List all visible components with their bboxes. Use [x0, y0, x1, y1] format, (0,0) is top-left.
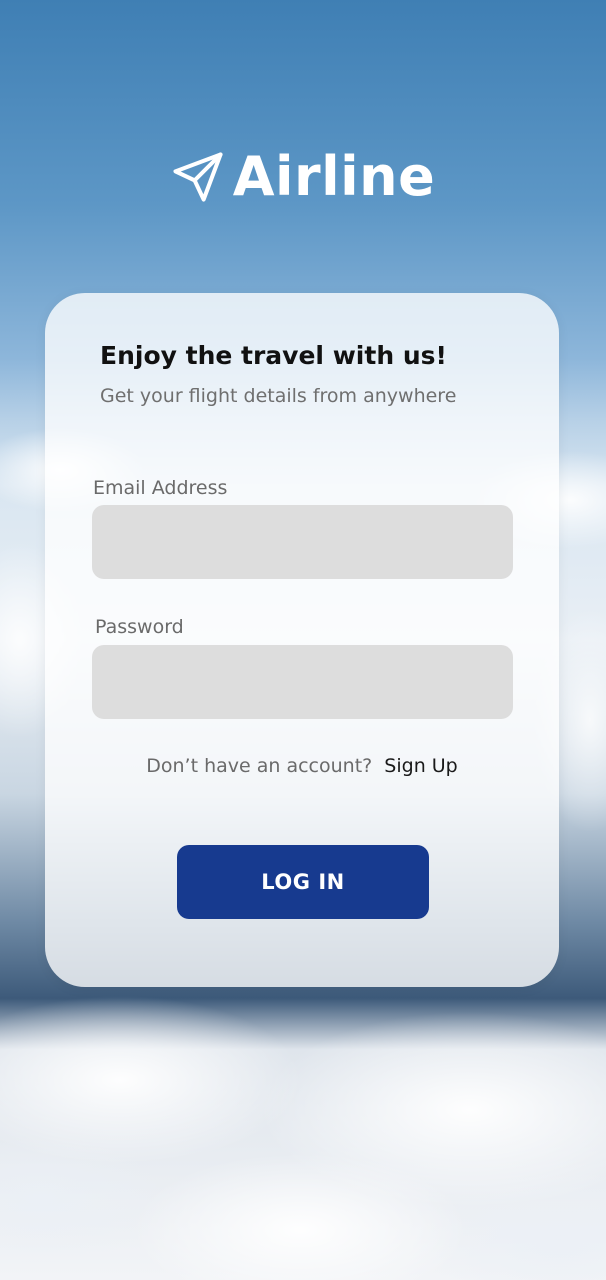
signup-row: Don’t have an account? Sign Up — [45, 755, 559, 777]
password-field[interactable] — [92, 645, 513, 719]
signup-link[interactable]: Sign Up — [384, 755, 457, 777]
signup-prompt: Don’t have an account? — [146, 755, 373, 777]
login-button[interactable]: LOG IN — [177, 845, 429, 919]
email-label: Email Address — [93, 477, 228, 499]
paper-plane-icon — [171, 150, 225, 204]
login-screen: { "header": { "brand_name": "Airline", "… — [0, 0, 606, 1280]
email-field[interactable] — [92, 505, 513, 579]
login-card: Enjoy the travel with us! Get your fligh… — [45, 293, 559, 987]
card-title: Enjoy the travel with us! — [100, 341, 447, 370]
password-label: Password — [95, 616, 184, 638]
brand-name: Airline — [232, 145, 436, 208]
app-header: Airline — [0, 150, 606, 204]
card-subtitle: Get your flight details from anywhere — [100, 385, 457, 407]
